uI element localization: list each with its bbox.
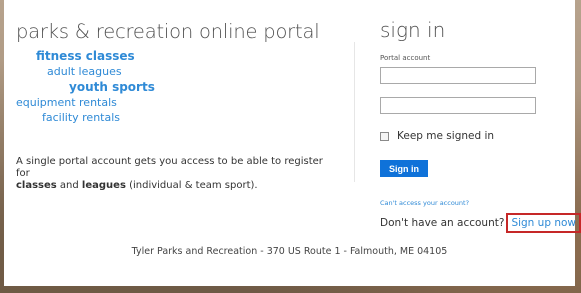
portal-panel: parks & recreation online portal fitness… [4,0,581,286]
footer-address: Tyler Parks and Recreation - 370 US Rout… [131,246,448,257]
keep-signed-in-label: Keep me signed in [397,130,495,142]
description-and: and [56,180,82,191]
no-account-text: Don't have an account? [380,217,505,229]
nav-fitness-classes[interactable]: fitness classes [36,49,346,64]
left-column: parks & recreation online portal fitness… [16,20,346,125]
description-line-1: A single portal account gets you access … [16,156,323,179]
cant-access-link[interactable]: Can't access your account? [380,199,540,207]
password-input[interactable] [380,97,536,114]
nav-facility-rentals[interactable]: facility rentals [42,110,346,125]
no-account-row: Don't have an account? Sign up now [380,213,581,233]
description-leagues: leagues [81,180,126,191]
nav-adult-leagues[interactable]: adult leagues [47,64,346,79]
keep-signed-in-checkbox[interactable] [380,131,389,141]
portal-description: A single portal account gets you access … [16,156,326,192]
page-title: parks & recreation online portal [16,20,320,43]
nav-equipment-rentals[interactable]: equipment rentals [16,95,346,110]
program-nav: fitness classes adult leagues youth spor… [16,49,346,125]
nav-youth-sports[interactable]: youth sports [69,80,346,95]
portal-account-label: Portal account [380,54,431,62]
portal-account-input[interactable] [380,67,536,84]
sign-up-link[interactable]: Sign up now [506,213,581,233]
column-divider [354,42,355,182]
description-rest: (individual & team sport). [125,180,258,191]
description-classes: classes [16,180,57,191]
keep-signed-in-row[interactable]: Keep me signed in [380,130,540,142]
signin-form: sign in Portal account Keep me signed in… [380,18,581,233]
signin-title: sign in [380,18,446,42]
signin-button[interactable]: Sign in [380,160,428,177]
